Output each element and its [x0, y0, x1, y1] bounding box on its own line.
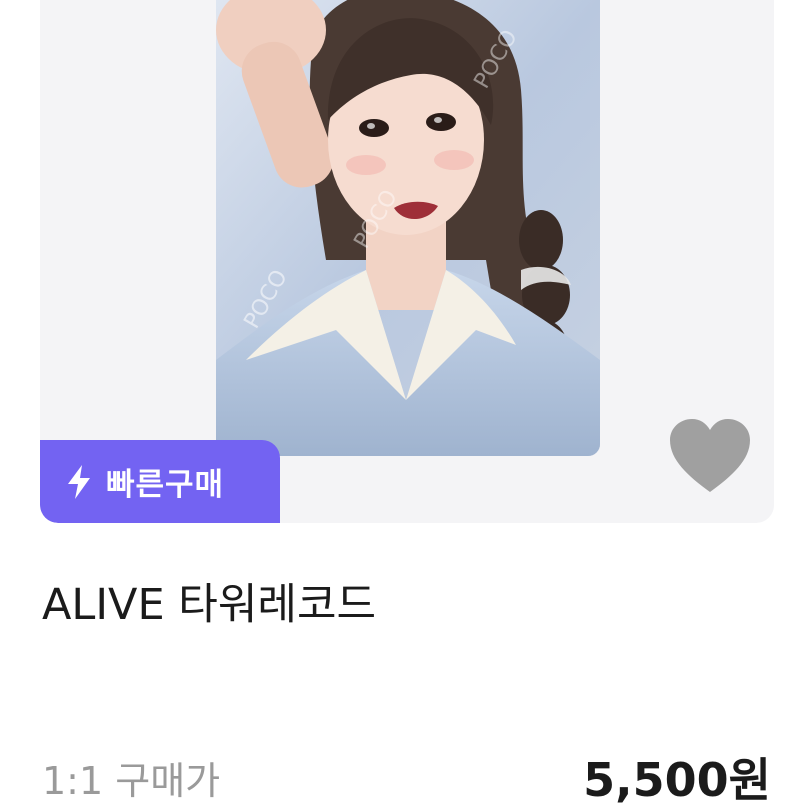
heart-icon[interactable] — [668, 418, 752, 494]
price-value: 5,500원 — [583, 753, 771, 807]
lightning-bolt-icon — [66, 464, 92, 500]
listing-title[interactable]: ALIVE 타워레코드 — [42, 570, 376, 632]
photocard-image: POCO POCO POCO — [216, 0, 600, 456]
price-label: 1:1 구매가 — [42, 759, 221, 803]
product-photo[interactable]: POCO POCO POCO — [216, 0, 600, 456]
quick-buy-badge[interactable]: 빠른구매 — [40, 440, 280, 523]
quick-buy-label: 빠른구매 — [106, 467, 225, 503]
listing-card[interactable]: POCO POCO POCO 빠른구매 — [40, 0, 774, 523]
